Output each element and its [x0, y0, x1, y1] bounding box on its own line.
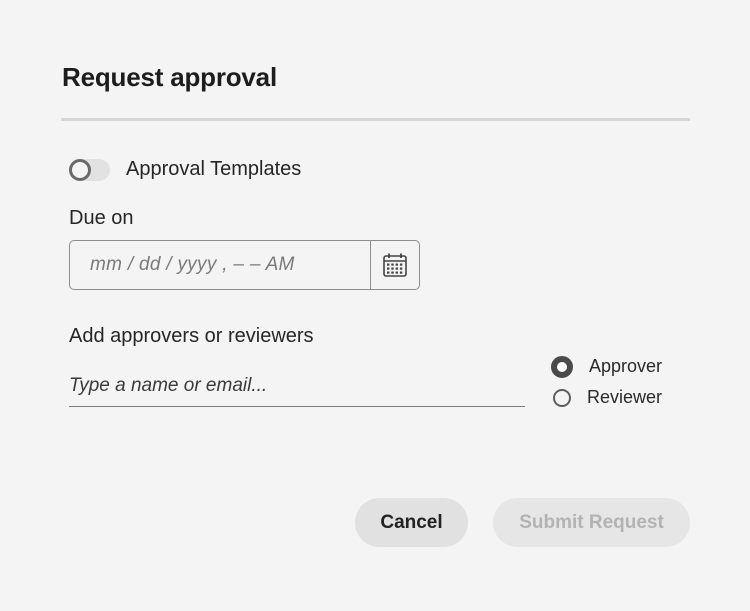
calendar-icon — [383, 253, 407, 277]
submit-request-button[interactable]: Submit Request — [493, 498, 690, 547]
dialog-title: Request approval — [62, 62, 277, 92]
approver-radio-label: Approver — [589, 356, 663, 376]
add-approvers-label: Add approvers or reviewers — [69, 325, 314, 347]
calendar-button[interactable] — [370, 241, 419, 289]
approval-templates-toggle[interactable] — [69, 158, 110, 181]
title-divider — [61, 118, 690, 121]
toggle-knob — [69, 158, 91, 181]
due-date-input[interactable]: mm / dd / yyyy , – – AM — [70, 241, 370, 289]
radio-option-approver[interactable]: Approver — [551, 351, 662, 382]
approver-radio[interactable] — [551, 355, 573, 378]
due-date-field: mm / dd / yyyy , – – AM — [69, 240, 420, 290]
role-radio-group: Approver Reviewer — [551, 351, 662, 413]
request-approval-dialog: Request approval Approval Templates Due … — [0, 0, 750, 611]
reviewer-radio-label: Reviewer — [587, 387, 663, 407]
due-on-label: Due on — [69, 207, 134, 229]
approval-templates-label: Approval Templates — [126, 158, 302, 180]
approval-templates-toggle-row[interactable]: Approval Templates — [69, 158, 301, 181]
reviewer-radio[interactable] — [553, 388, 571, 407]
approver-name-input[interactable]: Type a name or email... — [69, 366, 525, 407]
radio-option-reviewer[interactable]: Reviewer — [551, 382, 662, 413]
cancel-button[interactable]: Cancel — [355, 498, 468, 547]
